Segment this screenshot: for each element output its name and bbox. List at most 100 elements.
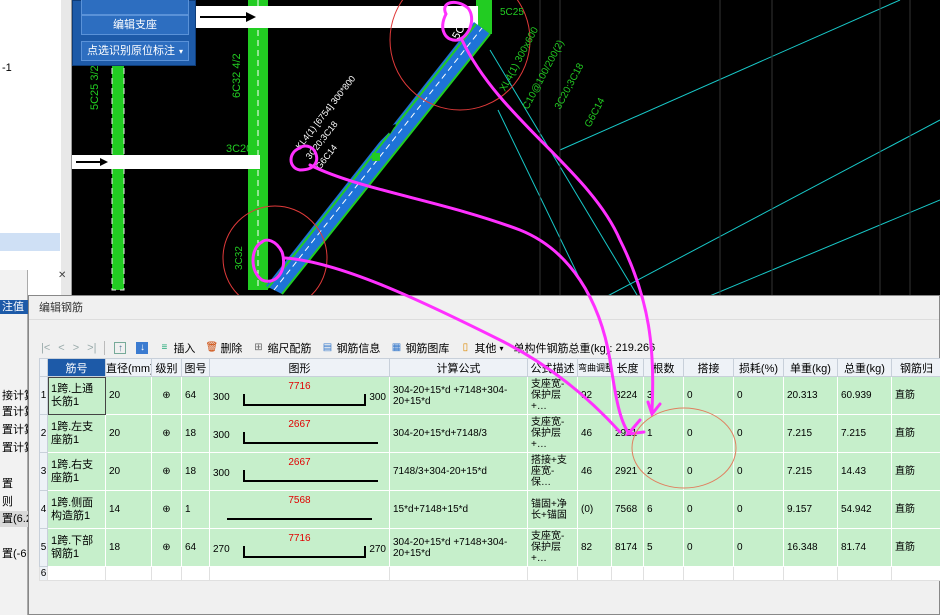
- insert-button[interactable]: ≡ 插入: [155, 340, 198, 356]
- length-cell[interactable]: 8174: [611, 528, 644, 567]
- nav-first-button[interactable]: |<: [39, 342, 52, 354]
- bend-adjust-cell[interactable]: 82: [577, 528, 612, 567]
- count-cell[interactable]: 6: [643, 490, 684, 529]
- figure-number-cell[interactable]: 64: [181, 528, 210, 567]
- bar-name-cell[interactable]: 1跨.右支座筋1: [47, 452, 106, 491]
- empty-cell[interactable]: [891, 566, 940, 581]
- formula-desc-cell[interactable]: 支座宽-保护层+…: [527, 528, 578, 567]
- shape-cell[interactable]: 300 2667: [209, 452, 390, 491]
- empty-cell[interactable]: [105, 566, 152, 581]
- left-panel-scrollbar[interactable]: [61, 0, 71, 300]
- loss-cell[interactable]: 0: [733, 414, 784, 453]
- empty-cell[interactable]: [733, 566, 784, 581]
- length-cell[interactable]: 8224: [611, 376, 644, 415]
- pick-identify-annotation-button[interactable]: 点选识别原位标注 ▾: [81, 41, 189, 61]
- close-icon[interactable]: ✕: [58, 270, 66, 281]
- diameter-cell[interactable]: 20: [105, 376, 152, 415]
- nav-next-button[interactable]: >: [71, 342, 81, 354]
- formula-cell[interactable]: 304-20+15*d +7148+304-20+15*d: [389, 528, 528, 567]
- other-menu-button[interactable]: ▯ 其他 ▾: [456, 340, 506, 356]
- move-down-button[interactable]: ↓: [133, 342, 151, 354]
- figure-number-cell[interactable]: 1: [181, 490, 210, 529]
- grade-cell[interactable]: ⊕: [151, 376, 182, 415]
- edit-support-button[interactable]: 编辑支座: [81, 15, 189, 35]
- empty-cell[interactable]: [837, 566, 892, 581]
- diameter-cell[interactable]: 20: [105, 452, 152, 491]
- toolbar-button-top-cut[interactable]: [81, 0, 189, 15]
- count-cell[interactable]: 2: [643, 452, 684, 491]
- property-item[interactable]: 置计算: [0, 440, 28, 456]
- total-weight-cell[interactable]: 60.939: [837, 376, 892, 415]
- shape-cell[interactable]: 7568: [209, 490, 390, 529]
- formula-cell[interactable]: 7148/3+304-20+15*d: [389, 452, 528, 491]
- formula-desc-cell[interactable]: 锚固+净长+锚固: [527, 490, 578, 529]
- column-header[interactable]: 长度: [611, 358, 644, 377]
- rebar-type-cell[interactable]: 直筋: [891, 528, 940, 567]
- column-header[interactable]: 总重(kg): [837, 358, 892, 377]
- column-header[interactable]: 直径(mm): [105, 358, 152, 377]
- bend-adjust-cell[interactable]: (0): [577, 490, 612, 529]
- bar-name-cell[interactable]: 1跨.左支座筋1: [47, 414, 106, 453]
- rebar-library-button[interactable]: ▦ 钢筋图库: [387, 340, 452, 356]
- unit-weight-cell[interactable]: 9.157: [783, 490, 838, 529]
- diameter-cell[interactable]: 14: [105, 490, 152, 529]
- empty-cell[interactable]: [209, 566, 390, 581]
- total-weight-cell[interactable]: 14.43: [837, 452, 892, 491]
- column-header[interactable]: 单重(kg): [783, 358, 838, 377]
- unit-weight-cell[interactable]: 16.348: [783, 528, 838, 567]
- empty-cell[interactable]: [577, 566, 612, 581]
- column-header[interactable]: 钢筋归: [891, 358, 940, 377]
- property-item[interactable]: 置(-6: [0, 546, 28, 562]
- empty-cell[interactable]: [783, 566, 838, 581]
- formula-desc-cell[interactable]: 支座宽-保护层+…: [527, 414, 578, 453]
- column-header[interactable]: 级别: [151, 358, 182, 377]
- formula-cell[interactable]: 304-20+15*d+7148/3: [389, 414, 528, 453]
- lap-cell[interactable]: 0: [683, 490, 734, 529]
- scale-rebar-button[interactable]: ⊞ 缩尺配筋: [249, 340, 314, 356]
- column-header[interactable]: 计算公式: [389, 358, 528, 377]
- shape-cell[interactable]: 300 2667: [209, 414, 390, 453]
- table-row[interactable]: 1 1跨.上通长筋1 20 ⊕ 64 300 7716 300 304-20+1…: [39, 376, 940, 415]
- bar-name-cell[interactable]: 1跨.上通长筋1: [47, 376, 106, 415]
- lap-cell[interactable]: 0: [683, 376, 734, 415]
- grade-cell[interactable]: ⊕: [151, 490, 182, 529]
- count-cell[interactable]: 5: [643, 528, 684, 567]
- table-row-empty[interactable]: 6: [39, 566, 940, 581]
- loss-cell[interactable]: 0: [733, 528, 784, 567]
- rebar-type-cell[interactable]: 直筋: [891, 452, 940, 491]
- nav-prev-button[interactable]: <: [56, 342, 66, 354]
- column-header[interactable]: 损耗(%): [733, 358, 784, 377]
- left-panel-selected-row[interactable]: [0, 233, 60, 251]
- formula-cell[interactable]: 304-20+15*d +7148+304-20+15*d: [389, 376, 528, 415]
- lap-cell[interactable]: 0: [683, 414, 734, 453]
- property-item[interactable]: 置计算: [0, 404, 28, 420]
- formula-cell[interactable]: 15*d+7148+15*d: [389, 490, 528, 529]
- unit-weight-cell[interactable]: 20.313: [783, 376, 838, 415]
- column-header[interactable]: 弯曲调整: [577, 358, 612, 377]
- column-header[interactable]: 筋号: [47, 358, 106, 377]
- empty-cell[interactable]: [527, 566, 578, 581]
- column-header[interactable]: 图号: [181, 358, 210, 377]
- rebar-type-cell[interactable]: 直筋: [891, 414, 940, 453]
- property-item[interactable]: 置: [0, 476, 28, 492]
- count-cell[interactable]: 1: [643, 414, 684, 453]
- length-cell[interactable]: 2921: [611, 452, 644, 491]
- table-row[interactable]: 5 1跨.下部钢筋1 18 ⊕ 64 270 7716 270 304-20+1…: [39, 528, 940, 567]
- property-item[interactable]: 置(6.2: [0, 511, 28, 527]
- formula-desc-cell[interactable]: 搭接+支座宽-保…: [527, 452, 578, 491]
- unit-weight-cell[interactable]: 7.215: [783, 452, 838, 491]
- column-header[interactable]: 图形: [209, 358, 390, 377]
- property-item[interactable]: 接计算: [0, 388, 28, 404]
- length-cell[interactable]: 7568: [611, 490, 644, 529]
- total-weight-cell[interactable]: 7.215: [837, 414, 892, 453]
- nav-last-button[interactable]: >|: [85, 342, 98, 354]
- bend-adjust-cell[interactable]: 46: [577, 452, 612, 491]
- total-weight-cell[interactable]: 81.74: [837, 528, 892, 567]
- rebar-info-button[interactable]: ▤ 钢筋信息: [318, 340, 383, 356]
- length-cell[interactable]: 2921: [611, 414, 644, 453]
- grade-cell[interactable]: ⊕: [151, 452, 182, 491]
- unit-weight-cell[interactable]: 7.215: [783, 414, 838, 453]
- diameter-cell[interactable]: 18: [105, 528, 152, 567]
- figure-number-cell[interactable]: 64: [181, 376, 210, 415]
- column-header[interactable]: 搭接: [683, 358, 734, 377]
